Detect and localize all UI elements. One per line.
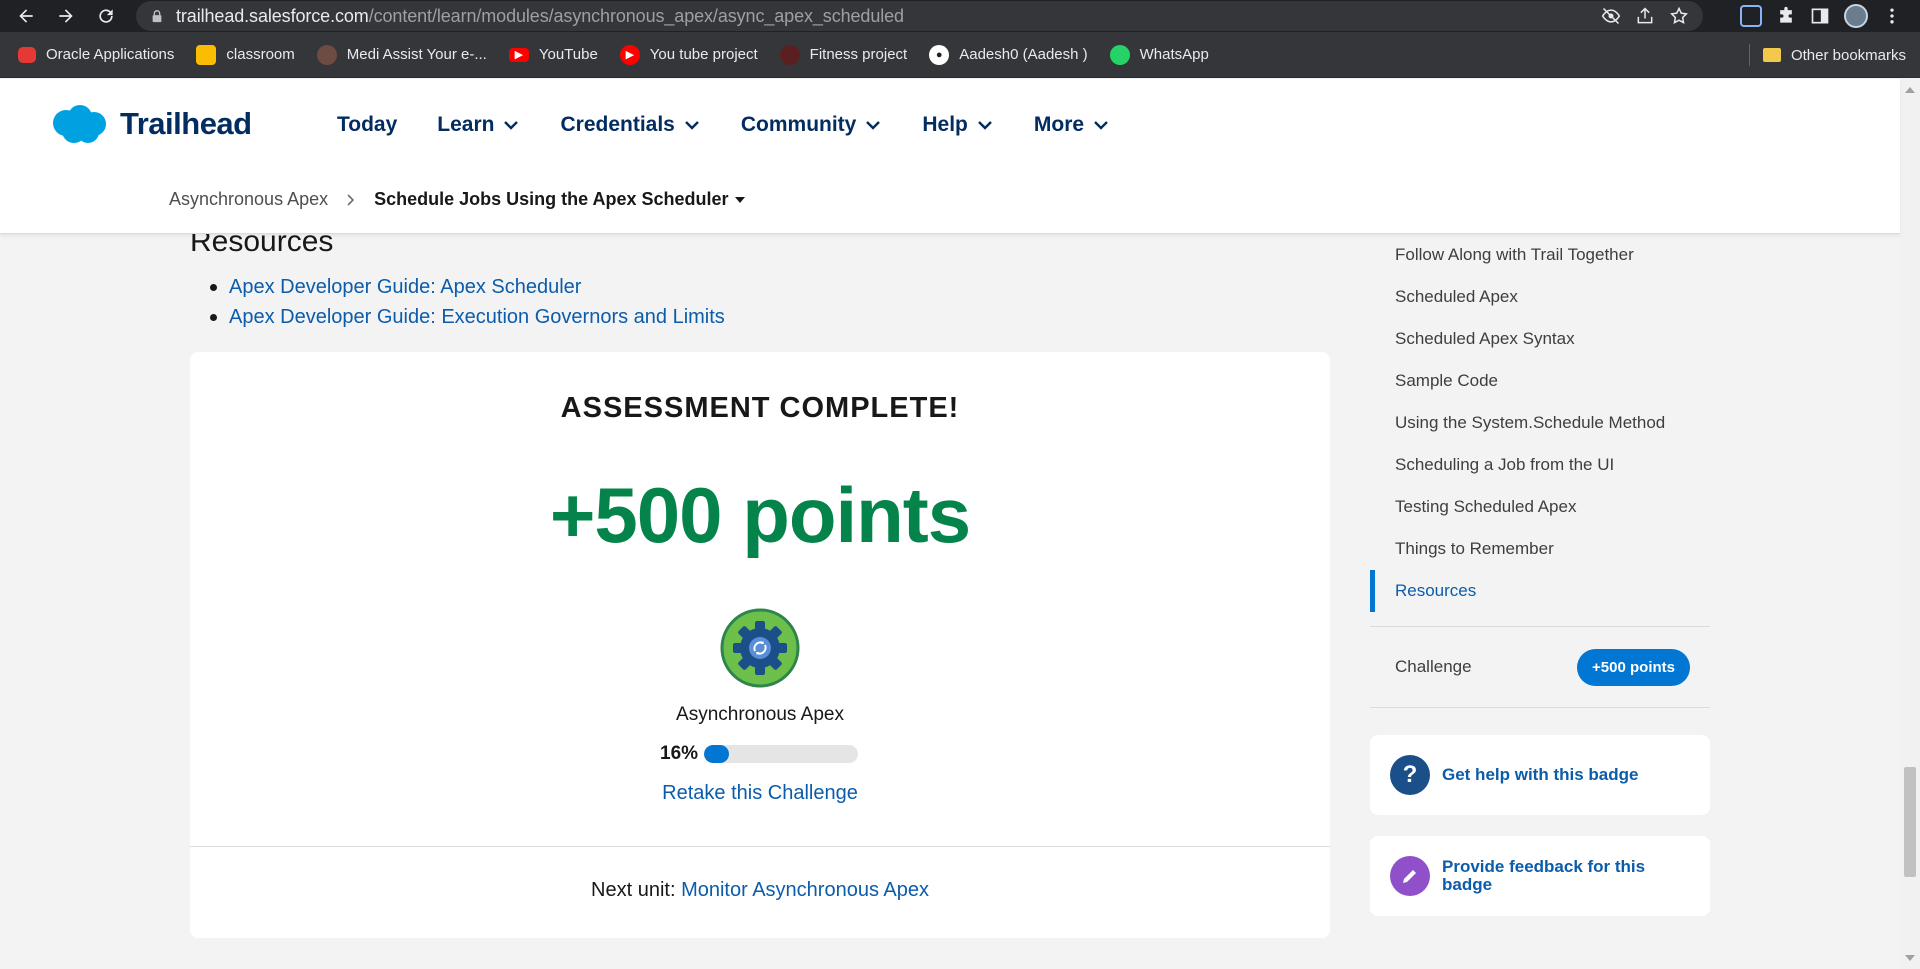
assessment-card: ASSESSMENT COMPLETE! +500 points Asynchr… — [190, 352, 1330, 938]
retake-challenge-link[interactable]: Retake this Challenge — [190, 782, 1330, 805]
scroll-down-arrow-icon[interactable] — [1905, 955, 1915, 961]
breadcrumb-parent-link[interactable]: Asynchronous Apex — [169, 189, 328, 210]
reload-icon[interactable] — [86, 0, 126, 32]
progress-percent: 16% — [660, 743, 699, 764]
youtube-icon: ▶ — [508, 47, 529, 62]
toc-item[interactable]: Scheduled Apex Syntax — [1370, 318, 1710, 360]
forward-icon[interactable] — [46, 0, 86, 32]
resource-link[interactable]: Apex Developer Guide: Apex Scheduler — [210, 272, 725, 302]
other-bookmarks[interactable]: Other bookmarks — [1762, 32, 1906, 78]
progress-bar — [704, 745, 859, 763]
profile-avatar[interactable] — [1844, 4, 1868, 28]
toc-item[interactable]: Scheduling a Job from the UI — [1370, 444, 1710, 486]
site-header: Trailhead Today Learn Credentials Commun… — [0, 79, 1900, 234]
badge-progress: 16% — [660, 743, 859, 765]
breadcrumb-current-unit[interactable]: Schedule Jobs Using the Apex Scheduler — [374, 189, 745, 210]
toc-item[interactable]: Using the System.Schedule Method — [1370, 402, 1710, 444]
whatsapp-icon — [1109, 44, 1130, 65]
assessment-title: ASSESSMENT COMPLETE! — [560, 392, 960, 424]
medi-assist-icon — [316, 44, 337, 65]
toc-item[interactable]: Things to Remember — [1370, 528, 1710, 570]
nav-help[interactable]: Help — [922, 113, 994, 137]
badge-gear-icon — [720, 608, 800, 688]
bookmark-classroom[interactable]: classroom — [196, 44, 295, 65]
bookmarks-divider — [1749, 44, 1750, 66]
question-icon: ? — [1390, 755, 1430, 795]
bookmark-github[interactable]: ● Aadesh0 (Aadesh ) — [929, 44, 1088, 65]
toc-item[interactable]: Sample Code — [1370, 360, 1710, 402]
puzzle-icon[interactable] — [1776, 6, 1796, 26]
bookmark-oracle[interactable]: Oracle Applications — [18, 46, 174, 63]
toc-item[interactable]: Scheduled Apex — [1370, 276, 1710, 318]
bookmark-youtube-project[interactable]: ▶ You tube project — [619, 44, 758, 65]
chevron-down-icon — [978, 121, 992, 130]
toc-item[interactable]: Testing Scheduled Apex — [1370, 486, 1710, 528]
chevron-down-icon — [504, 121, 519, 130]
resources-list: Apex Developer Guide: Apex Scheduler Ape… — [210, 272, 725, 332]
badge-name: Asynchronous Apex — [676, 704, 844, 725]
eye-off-icon[interactable] — [1601, 6, 1621, 26]
folder-icon — [1762, 48, 1781, 62]
provide-feedback-card[interactable]: Provide feedback for this badge — [1370, 836, 1710, 916]
lock-icon — [152, 10, 162, 23]
github-icon: ● — [929, 44, 950, 65]
back-icon[interactable] — [6, 0, 46, 32]
share-icon[interactable] — [1635, 6, 1655, 26]
address-bar[interactable]: trailhead.salesforce.com/content/learn/m… — [136, 1, 1703, 31]
star-icon[interactable] — [1669, 6, 1689, 26]
nav-more[interactable]: More — [1034, 113, 1110, 137]
toc-item[interactable]: Follow Along with Trail Together — [1370, 234, 1710, 276]
trailhead-logo[interactable]: Trailhead — [48, 103, 252, 145]
breadcrumb: Asynchronous Apex Schedule Jobs Using th… — [169, 189, 745, 210]
nav-community[interactable]: Community — [741, 113, 883, 137]
kebab-menu-icon[interactable] — [1882, 6, 1902, 26]
scrollbar-thumb[interactable] — [1904, 767, 1916, 877]
bookmark-whatsapp[interactable]: WhatsApp — [1109, 44, 1209, 65]
bookmark-youtube[interactable]: ▶ YouTube — [508, 46, 598, 63]
fitness-icon — [779, 44, 800, 65]
get-help-card[interactable]: ? Get help with this badge — [1370, 735, 1710, 815]
scroll-up-arrow-icon[interactable] — [1905, 87, 1915, 93]
nav-learn[interactable]: Learn — [437, 113, 520, 137]
main-nav: Today Learn Credentials Community Help M… — [337, 113, 1150, 137]
browser-toolbar: trailhead.salesforce.com/content/learn/m… — [0, 0, 1920, 32]
nav-credentials[interactable]: Credentials — [560, 113, 700, 137]
extension-icon[interactable] — [1740, 5, 1762, 27]
bookmarks-bar: Oracle Applications classroom Medi Assis… — [0, 32, 1920, 78]
classroom-icon — [196, 44, 217, 65]
toc-divider — [1370, 707, 1710, 708]
unit-toc: Follow Along with Trail Together Schedul… — [1370, 234, 1710, 708]
chevron-down-icon — [866, 121, 881, 130]
toc-item-active[interactable]: Resources — [1370, 570, 1710, 612]
next-unit: Next unit: Monitor Asynchronous Apex — [591, 879, 929, 901]
side-panel-icon[interactable] — [1810, 6, 1830, 26]
caret-down-icon — [734, 197, 745, 204]
resource-link[interactable]: Apex Developer Guide: Execution Governor… — [210, 302, 725, 332]
oracle-icon — [18, 46, 36, 63]
youtube-icon: ▶ — [619, 44, 640, 65]
chevron-down-icon — [685, 121, 699, 130]
url-text: trailhead.salesforce.com/content/learn/m… — [176, 5, 904, 26]
chevron-down-icon — [1094, 121, 1108, 130]
bookmark-fitness-project[interactable]: Fitness project — [779, 44, 907, 65]
pencil-icon — [1390, 856, 1430, 896]
nav-today[interactable]: Today — [337, 113, 397, 137]
card-divider — [190, 846, 1330, 847]
chevron-right-icon — [347, 193, 355, 206]
bookmark-medi-assist[interactable]: Medi Assist Your e-... — [316, 44, 487, 65]
salesforce-cloud-icon — [53, 105, 106, 143]
toc-challenge[interactable]: Challenge +500 points — [1370, 627, 1710, 707]
next-unit-link[interactable]: Monitor Asynchronous Apex — [681, 879, 929, 901]
challenge-points-badge: +500 points — [1577, 648, 1690, 686]
points-earned: +500 points — [549, 471, 971, 559]
progress-bar-fill — [704, 745, 729, 763]
